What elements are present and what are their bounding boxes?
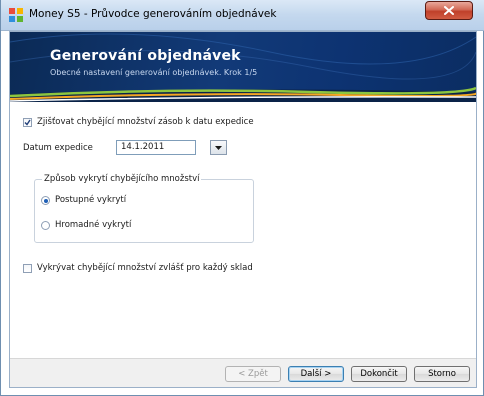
next-button[interactable]: Další > — [288, 366, 344, 382]
wizard-window: Money S5 - Průvodce generováním objednáv… — [0, 0, 484, 396]
coverage-group-legend: Způsob vykrytí chybějícího množství — [42, 174, 202, 184]
per-warehouse-checkbox[interactable] — [23, 264, 32, 273]
check-missing-checkbox[interactable] — [23, 118, 32, 127]
back-button[interactable]: < Zpět — [225, 366, 281, 382]
coverage-groupbox: Způsob vykrytí chybějícího množství Post… — [34, 174, 254, 243]
checkmark-icon — [24, 119, 31, 126]
radio-hromadne-label: Hromadné vykrytí — [55, 220, 132, 230]
banner-swoosh-decoration — [10, 33, 476, 102]
wizard-header-banner: Generování objednávek Obecné nastavení g… — [10, 32, 476, 102]
check-missing-label: Zjišťovat chybějící množství zásob k dat… — [37, 117, 254, 127]
wizard-client-area: Generování objednávek Obecné nastavení g… — [9, 31, 477, 388]
radio-hromadne[interactable] — [41, 221, 50, 230]
wizard-subtitle: Obecné nastavení generování objednávek. … — [50, 68, 258, 77]
date-value: 14.1.2011 — [121, 142, 165, 152]
date-dropdown-button[interactable] — [210, 140, 227, 155]
date-expedice-field[interactable]: 14.1.2011 — [116, 140, 196, 155]
money-s5-app-icon — [9, 8, 23, 22]
radio-postupne[interactable] — [41, 196, 50, 205]
title-bar: Money S5 - Průvodce generováním objednáv… — [1, 0, 484, 31]
chevron-down-icon — [215, 145, 222, 150]
wizard-title: Generování objednávek — [50, 48, 241, 64]
close-icon — [444, 6, 454, 15]
wizard-footer: < Zpět Další > Dokončit Storno — [10, 358, 476, 387]
finish-button[interactable]: Dokončit — [351, 366, 407, 382]
date-label: Datum expedice — [23, 143, 93, 153]
cancel-button[interactable]: Storno — [414, 366, 470, 382]
per-warehouse-label: Vykrývat chybějící množství zvlášť pro k… — [37, 263, 253, 273]
close-button[interactable] — [425, 1, 473, 20]
window-title: Money S5 - Průvodce generováním objednáv… — [29, 8, 277, 20]
radio-postupne-label: Postupné vykrytí — [55, 195, 127, 205]
